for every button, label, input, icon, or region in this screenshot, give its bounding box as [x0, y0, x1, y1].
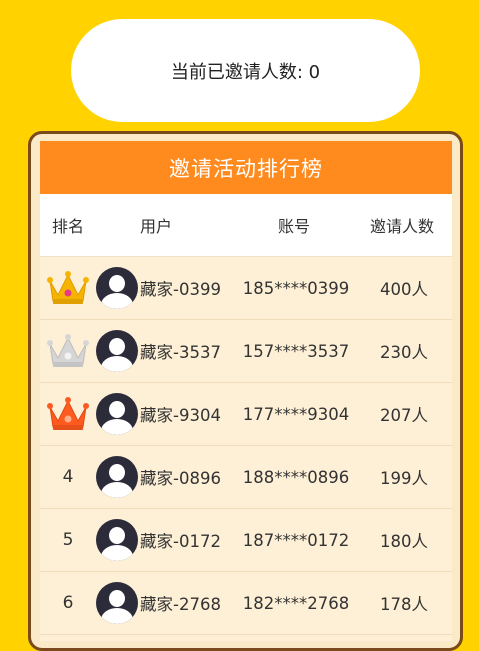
account-number: 182****2768	[242, 593, 350, 613]
gold-crown-icon	[47, 269, 89, 307]
account-number: 185****0399	[242, 278, 350, 298]
leaderboard-row: 6 藏家-2768 182****2768 178人	[40, 572, 452, 635]
invite-count: 230人	[380, 343, 428, 362]
user-name: 藏家-0172	[140, 532, 221, 551]
invite-count-label: 当前已邀请人数: 0	[170, 61, 321, 83]
avatar	[96, 456, 138, 498]
leaderboard-row: 5 藏家-0172 187****0172 180人	[40, 509, 452, 572]
rank-number: 4	[62, 467, 74, 487]
leaderboard-row: 藏家-9304 177****9304 207人	[40, 383, 452, 446]
avatar	[96, 519, 138, 561]
rank-cell: 5	[40, 530, 96, 550]
user-name: 藏家-9304	[140, 406, 221, 425]
user-name: 藏家-3537	[140, 343, 221, 362]
leaderboard: 邀请活动排行榜 排名 用户 账号 邀请人数 藏家-0399 185****039…	[40, 141, 452, 641]
leaderboard-column-header: 排名 用户 账号 邀请人数	[40, 194, 452, 257]
invite-count: 207人	[380, 406, 428, 425]
leaderboard-row: 4 藏家-0896 188****0896 199人	[40, 446, 452, 509]
invite-count: 199人	[380, 469, 428, 488]
account-number: 187****0172	[242, 530, 350, 550]
account-number: 157****3537	[242, 341, 350, 361]
user-name: 藏家-0399	[140, 280, 221, 299]
invite-count: 180人	[380, 532, 428, 551]
rank-number: 6	[62, 593, 74, 613]
rank-cell: 6	[40, 593, 96, 613]
avatar	[96, 393, 138, 435]
avatar	[96, 582, 138, 624]
rank-number: 5	[62, 530, 74, 550]
column-user: 用户	[140, 217, 173, 236]
rank-cell	[40, 395, 96, 433]
bronze-crown-icon	[47, 395, 89, 433]
user-name: 藏家-0896	[140, 469, 221, 488]
silver-crown-icon	[47, 332, 89, 370]
avatar	[96, 330, 138, 372]
invite-count-card: 当前已邀请人数: 0	[71, 19, 420, 122]
account-number: 188****0896	[242, 467, 350, 487]
account-number: 177****9304	[242, 404, 350, 424]
avatar	[96, 267, 138, 309]
leaderboard-row: 藏家-3537 157****3537 230人	[40, 320, 452, 383]
column-account: 账号	[277, 217, 310, 236]
user-name: 藏家-2768	[140, 595, 221, 614]
leaderboard-title: 邀请活动排行榜	[40, 141, 452, 194]
invite-count: 400人	[380, 280, 428, 299]
column-invite-count: 邀请人数	[369, 217, 434, 236]
leaderboard-title-text: 邀请活动排行榜	[169, 156, 323, 181]
leaderboard-row: 藏家-0399 185****0399 400人	[40, 257, 452, 320]
rank-cell	[40, 269, 96, 307]
column-rank: 排名	[51, 217, 84, 236]
rank-cell: 4	[40, 467, 96, 487]
rank-cell	[40, 332, 96, 370]
invite-count: 178人	[380, 595, 428, 614]
